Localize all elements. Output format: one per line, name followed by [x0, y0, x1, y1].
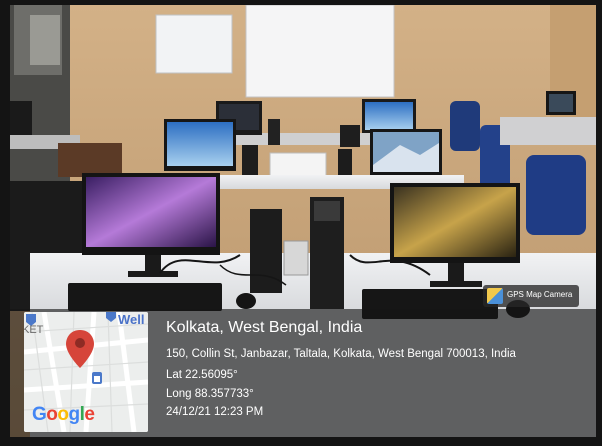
app-badge-label: GPS Map Camera	[507, 290, 573, 299]
map-label-top: Well	[118, 312, 145, 327]
location-address: 150, Collin St, Janbazar, Taltala, Kolka…	[166, 348, 516, 360]
map-label-left: KET	[24, 324, 44, 336]
longitude: Long 88.357733°	[166, 388, 254, 400]
gps-map-camera-icon	[487, 288, 503, 304]
map-thumbnail: Well KET Google	[24, 312, 148, 432]
timestamp: 24/12/21 12:23 PM	[166, 406, 264, 418]
app-badge: GPS Map Camera	[483, 285, 579, 307]
latitude: Lat 22.56095°	[166, 369, 238, 381]
location-title: Kolkata, West Bengal, India	[166, 319, 363, 336]
google-logo: Google	[32, 404, 95, 425]
